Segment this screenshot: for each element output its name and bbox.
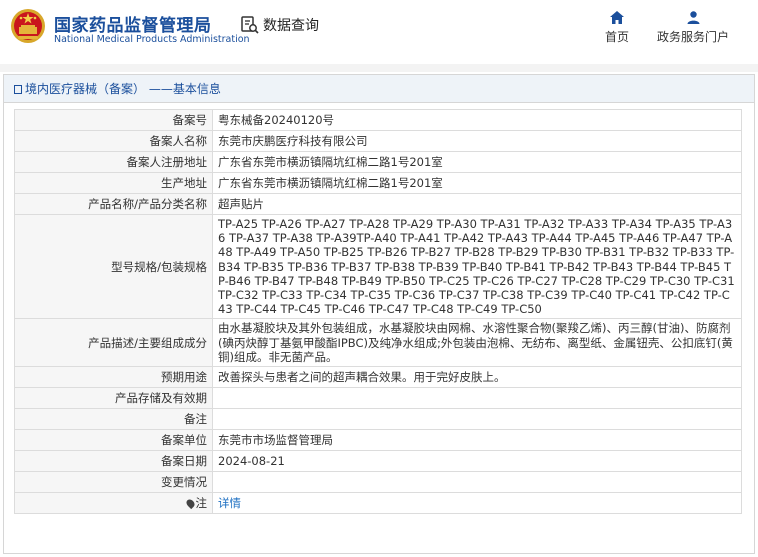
field-value: TP-A25 TP-A26 TP-A27 TP-A28 TP-A29 TP-A3…	[212, 213, 742, 320]
breadcrumb-current: ——基本信息	[145, 82, 221, 96]
field-value: 东莞市庆鹏医疗科技有限公司	[212, 130, 742, 152]
header-divider	[0, 64, 758, 72]
details-link[interactable]: 详情	[218, 496, 241, 510]
field-value: 广东省东莞市横沥镇隔坑红棉二路1号201室	[212, 151, 742, 173]
note-label-cell: 注	[14, 492, 213, 515]
field-value: 广东省东莞市横沥镇隔坑红棉二路1号201室	[212, 172, 742, 194]
data-query-link[interactable]: 数据查询	[240, 15, 319, 35]
field-label: 产品描述/主要组成成分	[14, 318, 213, 368]
record-detail-table: 备案号 粤东械备20240120号 备案人名称 东莞市庆鹏医疗科技有限公司 备案…	[14, 109, 742, 515]
table-row: 产品名称/产品分类名称 超声贴片	[14, 193, 742, 215]
field-label: 预期用途	[14, 366, 213, 389]
field-value: 超声贴片	[212, 193, 742, 215]
field-label: 型号规格/包装规格	[14, 213, 213, 320]
field-value: 2024-08-21	[212, 450, 742, 473]
field-label: 备案人注册地址	[14, 151, 213, 173]
breadcrumb: 境内医疗器械（备案） ——基本信息	[4, 75, 754, 103]
table-row: 备注	[14, 408, 742, 431]
site-subtitle: National Medical Products Administration	[54, 34, 250, 45]
breadcrumb-category-link[interactable]: 境内医疗器械（备案）	[25, 82, 145, 96]
field-label: 备案日期	[14, 450, 213, 473]
field-value: 改善探头与患者之间的超声耦合效果。用于完好皮肤上。	[212, 366, 742, 389]
user-icon	[687, 11, 699, 24]
table-row: 备案人注册地址 广东省东莞市横沥镇隔坑红棉二路1号201室	[14, 151, 742, 173]
table-row: 产品描述/主要组成成分 由水基凝胶块及其外包装组成，水基凝胶块由网棉、水溶性聚合…	[14, 318, 742, 368]
table-row: 备案号 粤东械备20240120号	[14, 109, 742, 131]
table-row: 生产地址 广东省东莞市横沥镇隔坑红棉二路1号201室	[14, 172, 742, 194]
table-row: 备案人名称 东莞市庆鹏医疗科技有限公司	[14, 130, 742, 152]
table-row: 预期用途 改善探头与患者之间的超声耦合效果。用于完好皮肤上。	[14, 366, 742, 389]
data-query-label: 数据查询	[263, 18, 319, 34]
site-header: 国家药品监督管理局 National Medical Products Admi…	[0, 0, 758, 64]
note-value: 详情	[212, 492, 742, 515]
nav-home[interactable]: 首页	[603, 11, 631, 45]
table-row: 产品存储及有效期	[14, 387, 742, 410]
record-panel: 境内医疗器械（备案） ——基本信息 备案号 粤东械备20240120号 备案人名…	[3, 74, 755, 554]
field-label: 备注	[14, 408, 213, 431]
field-value	[212, 408, 742, 431]
field-value: 东莞市市场监督管理局	[212, 429, 742, 452]
site-title: 国家药品监督管理局	[54, 16, 212, 36]
field-label: 产品存储及有效期	[14, 387, 213, 410]
pin-icon	[184, 497, 196, 510]
field-label: 备案人名称	[14, 130, 213, 152]
field-label: 产品名称/产品分类名称	[14, 193, 213, 215]
document-search-icon	[241, 16, 259, 34]
list-icon	[14, 85, 22, 94]
field-value: 由水基凝胶块及其外包装组成，水基凝胶块由网棉、水溶性聚合物(聚羧乙烯)、丙三醇(…	[212, 318, 742, 368]
field-label: 生产地址	[14, 172, 213, 194]
home-icon	[610, 11, 624, 24]
nav-home-label: 首页	[604, 30, 629, 44]
field-label: 备案号	[14, 109, 213, 131]
field-value: 粤东械备20240120号	[212, 109, 742, 131]
field-label: 备案单位	[14, 429, 213, 452]
field-value	[212, 471, 742, 494]
nav-gov-service-label: 政务服务门户	[656, 30, 729, 44]
field-label: 变更情况	[14, 471, 213, 494]
national-emblem-icon	[11, 9, 45, 43]
table-row: 变更情况	[14, 471, 742, 494]
nav-gov-service[interactable]: 政务服务门户	[655, 11, 731, 45]
table-row: 型号规格/包装规格 TP-A25 TP-A26 TP-A27 TP-A28 TP…	[14, 213, 742, 320]
table-row: 备案日期 2024-08-21	[14, 450, 742, 473]
field-value	[212, 387, 742, 410]
table-row: 注 详情	[14, 492, 742, 515]
table-row: 备案单位 东莞市市场监督管理局	[14, 429, 742, 452]
note-label: 注	[195, 496, 208, 511]
